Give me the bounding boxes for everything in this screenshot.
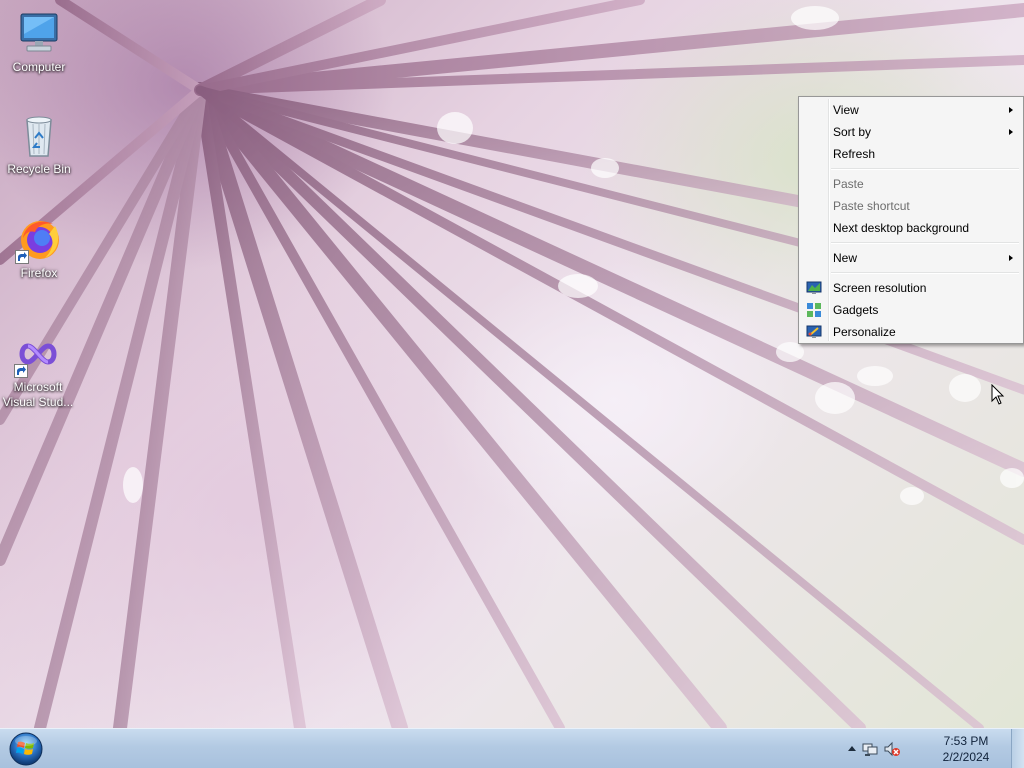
taskbar: 7:53 PM 2/2/2024 <box>0 728 1024 768</box>
submenu-arrow-icon <box>1009 107 1013 113</box>
volume-muted-icon[interactable] <box>884 741 900 757</box>
menu-item-screen-resolution[interactable]: Screen resolution <box>801 277 1021 299</box>
menu-item-paste: Paste <box>801 173 1021 195</box>
system-tray: 7:53 PM 2/2/2024 <box>840 729 1010 768</box>
menu-separator <box>801 239 1021 247</box>
menu-item-label: Sort by <box>833 125 872 139</box>
menu-item-view[interactable]: View <box>801 99 1021 121</box>
desktop-icon-label: Microsoft Visual Stud... <box>2 380 74 409</box>
menu-item-refresh[interactable]: Refresh <box>801 143 1021 165</box>
menu-separator <box>801 269 1021 277</box>
menu-item-label: Personalize <box>833 325 896 339</box>
gadgets-icon <box>806 302 822 318</box>
display-icon <box>806 280 822 296</box>
clock-date: 2/2/2024 <box>942 750 990 764</box>
show-desktop-button[interactable] <box>1011 729 1024 768</box>
menu-item-label: Next desktop background <box>833 221 970 235</box>
menu-item-label: Refresh <box>833 147 876 161</box>
desktop-icon-firefox[interactable]: Firefox <box>1 216 77 281</box>
menu-item-label: View <box>833 103 859 117</box>
shortcut-arrow-icon <box>14 364 28 378</box>
menu-item-sort-by[interactable]: Sort by <box>801 121 1021 143</box>
taskbar-clock[interactable]: 7:53 PM 2/2/2024 <box>936 733 996 765</box>
mouse-pointer-icon <box>991 384 1005 405</box>
menu-item-label: Paste <box>833 177 864 191</box>
desktop-icon-recycle-bin[interactable]: Recycle Bin <box>1 112 77 177</box>
desktop-context-menu: View Sort by Refresh Paste Paste shortcu… <box>798 96 1024 344</box>
menu-item-paste-shortcut: Paste shortcut <box>801 195 1021 217</box>
shortcut-arrow-icon <box>15 250 29 264</box>
recycle-bin-icon <box>15 112 63 160</box>
menu-item-new[interactable]: New <box>801 247 1021 269</box>
desktop-icon-label: Recycle Bin <box>7 162 71 176</box>
menu-item-label: New <box>833 251 858 265</box>
menu-item-gadgets[interactable]: Gadgets <box>801 299 1021 321</box>
show-hidden-icons-chevron-icon[interactable] <box>848 746 856 751</box>
menu-item-label: Screen resolution <box>833 281 927 295</box>
windows-start-orb-icon <box>9 732 43 766</box>
computer-icon <box>15 10 63 58</box>
menu-item-label: Paste shortcut <box>833 199 910 213</box>
start-button[interactable] <box>6 731 46 767</box>
submenu-arrow-icon <box>1009 255 1013 261</box>
submenu-arrow-icon <box>1009 129 1013 135</box>
desktop-icon-label: Firefox <box>20 266 58 280</box>
clock-time: 7:53 PM <box>943 734 989 748</box>
visual-studio-icon <box>14 330 62 378</box>
network-icon[interactable] <box>862 741 878 757</box>
firefox-icon <box>15 216 63 264</box>
menu-item-label: Gadgets <box>833 303 879 317</box>
menu-separator <box>801 165 1021 173</box>
menu-item-personalize[interactable]: Personalize <box>801 321 1021 343</box>
desktop-icon-visual-studio[interactable]: Microsoft Visual Stud... <box>0 330 76 410</box>
desktop-icon-computer[interactable]: Computer <box>1 10 77 75</box>
personalize-icon <box>806 324 822 340</box>
desktop[interactable]: Computer Recycle Bin Firefox Microsoft V… <box>0 0 1024 728</box>
menu-item-next-desktop-background[interactable]: Next desktop background <box>801 217 1021 239</box>
desktop-icon-label: Computer <box>12 60 66 74</box>
